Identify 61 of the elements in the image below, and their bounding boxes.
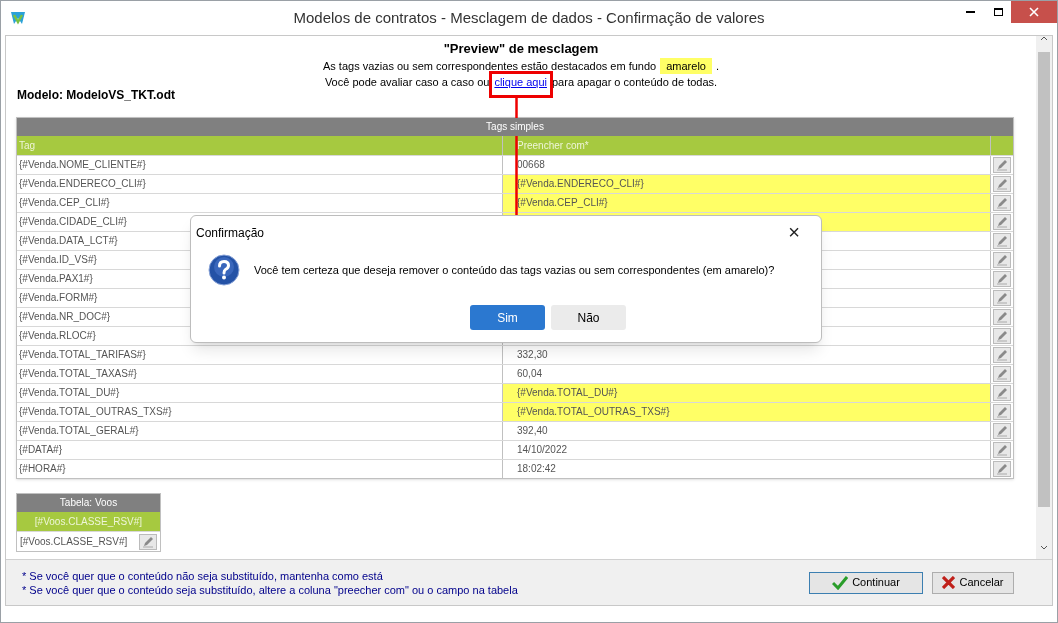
preview-heading: "Preview" de mesclagem: [443, 40, 599, 58]
tag-cell: {#HORA#}: [17, 460, 503, 478]
highlight-sample: amarelo: [660, 58, 712, 74]
edit-button[interactable]: [993, 328, 1011, 344]
continue-button[interactable]: Continuar: [809, 571, 923, 594]
edit-button[interactable]: [139, 533, 157, 550]
legend-text: As tags vazias ou sem correspondentes estão destacados em fundo: [322, 59, 657, 74]
dialog-button[interactable]: Sim: [470, 305, 545, 330]
edit-button[interactable]: [993, 252, 1011, 268]
column-header: [#Voos.CLASSE_RSV#]: [17, 512, 160, 531]
edit-button[interactable]: [993, 157, 1011, 173]
edit-button[interactable]: [993, 233, 1011, 249]
table-title: Tabela: Voos: [17, 494, 160, 512]
vertical-scrollbar[interactable]: [1036, 36, 1052, 559]
cancel-button[interactable]: Cancelar: [932, 571, 1014, 594]
edit-button[interactable]: [993, 366, 1011, 382]
edit-button[interactable]: [993, 404, 1011, 420]
tag-cell: {#Venda.ENDERECO_CLI#}: [17, 175, 503, 193]
legend-period: .: [715, 59, 720, 74]
tag-cell: {#Venda.NOME_CLIENTE#}: [17, 156, 503, 174]
edit-button[interactable]: [993, 195, 1011, 211]
instruction-text-end: para apagar o conteúdo de todas.: [552, 75, 718, 90]
edit-button[interactable]: [993, 461, 1011, 477]
highlight-frame: [489, 71, 553, 98]
checkmark-icon: [832, 575, 849, 590]
edit-button[interactable]: [993, 271, 1011, 287]
tag-cell: {#Venda.TOTAL_TARIFAS#}: [17, 346, 503, 364]
window-title: Modelos de contratos - Mesclagem de dados - Confirmação de valores: [293, 7, 765, 28]
value-cell[interactable]: 18:02:42: [503, 460, 991, 478]
tag-cell: {#Venda.TOTAL_DU#}: [17, 384, 503, 402]
tag-cell: {#Venda.TOTAL_TAXAS#}: [17, 365, 503, 383]
close-icon[interactable]: [1029, 7, 1039, 17]
scroll-down-icon[interactable]: [1040, 545, 1048, 550]
edit-button[interactable]: [993, 347, 1011, 363]
tag-cell-text: [#Voos.CLASSE_RSV#]: [19, 535, 129, 549]
dialog-button[interactable]: Não: [551, 305, 626, 330]
column-header: Tag: [17, 136, 503, 155]
edit-button[interactable]: [993, 385, 1011, 401]
tag-cell: {#Venda.CEP_CLI#}: [17, 194, 503, 212]
tag-cell: {#Venda.TOTAL_OUTRAS_TXS#}: [17, 403, 503, 421]
help-note: * Se você quer que o conteúdo seja substituído, altere a coluna "preecher com" ou o campo na tabela: [22, 582, 518, 597]
question-icon: [208, 254, 240, 286]
edit-button[interactable]: [993, 423, 1011, 439]
scroll-up-icon[interactable]: [1040, 36, 1048, 41]
app-logo-icon: [9, 10, 27, 26]
edit-button[interactable]: [993, 442, 1011, 458]
close-icon: [942, 576, 956, 589]
instruction-text: Você pode avaliar caso a caso ou: [324, 75, 490, 90]
edit-button[interactable]: [993, 176, 1011, 192]
tag-cell: {#DATA#}: [17, 441, 503, 459]
value-cell[interactable]: {#Venda.TOTAL_DU#}: [503, 384, 991, 402]
value-cell[interactable]: {#Venda.TOTAL_OUTRAS_TXS#}: [503, 403, 991, 421]
help-note: * Se você quer que o conteúdo não seja substituído, mantenha como está: [22, 568, 384, 583]
edit-button[interactable]: [993, 309, 1011, 325]
edit-button[interactable]: [993, 214, 1011, 230]
model-name: Modelo: ModeloVS_TKT.odt: [17, 87, 176, 104]
tag-cell: {#Venda.TOTAL_GERAL#}: [17, 422, 503, 440]
close-button[interactable]: ×: [782, 222, 806, 242]
edit-button[interactable]: [993, 290, 1011, 306]
clear-all-link[interactable]: clique aqui: [492, 74, 549, 90]
table-title: Tags simples: [484, 118, 546, 136]
